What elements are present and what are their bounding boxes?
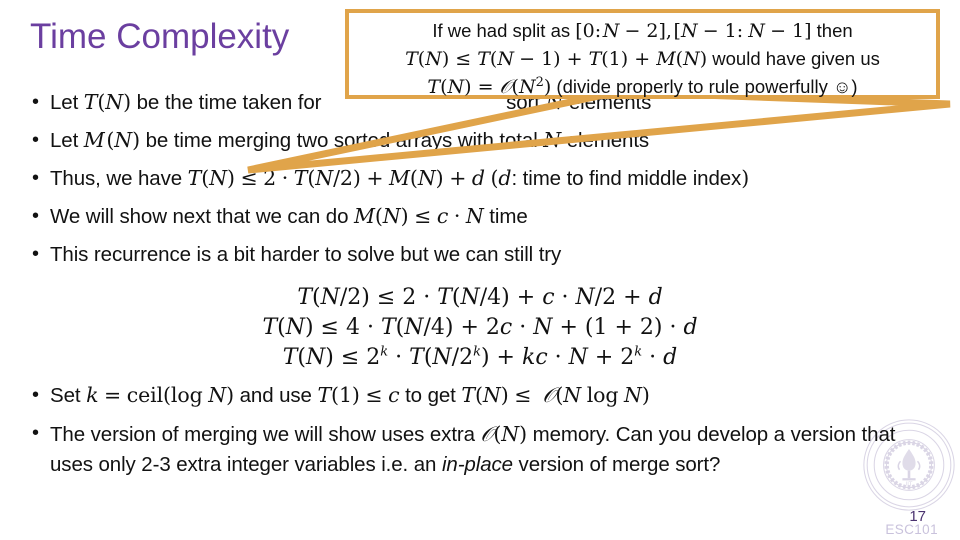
bullet-4-text: We will show next that we can do M(N) ≤ …: [50, 204, 528, 228]
bullet-marker: •: [32, 422, 39, 444]
equation-line-2: T(N) ≤ 4 · T(N/4) + 2c · N + (1 + 2) · d: [262, 315, 698, 340]
list-item: • Let M (N) be time merging two sorted a…: [28, 126, 943, 155]
bullet-marker: •: [32, 91, 39, 113]
list-item: • This recurrence is a bit harder to sol…: [28, 240, 943, 269]
bullet-marker: •: [32, 167, 39, 189]
list-item: • Thus, we have T(N) ≤ 2 · T(N/2) + M(N)…: [28, 164, 943, 193]
bullet-2-text: Let M (N) be time merging two sorted arr…: [50, 128, 650, 152]
slide-canvas: Time Complexity IIT • Let T(N) be the ti…: [0, 0, 960, 540]
callout-text: If we had split as [0: N − 2], [N − 1: N…: [349, 17, 936, 101]
bullet-3-text: Thus, we have T(N) ≤ 2 · T(N/2) + M(N) +…: [50, 166, 750, 190]
equation-line-1: T(N/2) ≤ 2 · T(N/4) + c · N/2 + d: [297, 285, 663, 310]
callout-line-1: If we had split as [0: N − 2], [N − 1: N…: [432, 20, 853, 42]
callout-line-2: T(N) ≤ T(N − 1) + T(1) + M(N) would have…: [405, 48, 880, 70]
bullet-marker: •: [32, 129, 39, 151]
callout-box: If we had split as [0: N − 2], [N − 1: N…: [345, 9, 940, 99]
bullet-marker: •: [32, 384, 39, 406]
bullet-marker: •: [32, 243, 39, 265]
bullet-5-text: This recurrence is a bit harder to solve…: [50, 243, 562, 266]
bullet-7-text: The version of merging we will show uses…: [50, 422, 896, 476]
smiley-icon: ☺: [833, 77, 852, 97]
equation-line-3: T(N) ≤ 2k · T(N/2k) + kc · N + 2k · d: [282, 344, 678, 370]
bullet-list-lower: • Set k = ceil(log N) and use T(1) ≤ c t…: [28, 381, 943, 480]
list-item: • We will show next that we can do M(N) …: [28, 202, 943, 231]
course-code-footer: ESC101: [885, 522, 938, 537]
callout-line-3: T(N) = 𝒪(N2) (divide properly to rule po…: [427, 74, 858, 98]
equation-block: T(N/2) ≤ 2 · T(N/4) + c · N/2 + d T(N) ≤…: [0, 283, 960, 373]
seal-inner-text: IIT: [906, 482, 913, 488]
bullet-6-text: Set k = ceil(log N) and use T(1) ≤ c to …: [50, 383, 650, 407]
bullet-list: • Let T(N) be the time taken for sort N …: [28, 88, 943, 278]
page-title: Time Complexity: [30, 17, 290, 56]
bullet-marker: •: [32, 205, 39, 227]
list-item: • Set k = ceil(log N) and use T(1) ≤ c t…: [28, 381, 943, 410]
list-item: • The version of merging we will show us…: [28, 419, 943, 480]
